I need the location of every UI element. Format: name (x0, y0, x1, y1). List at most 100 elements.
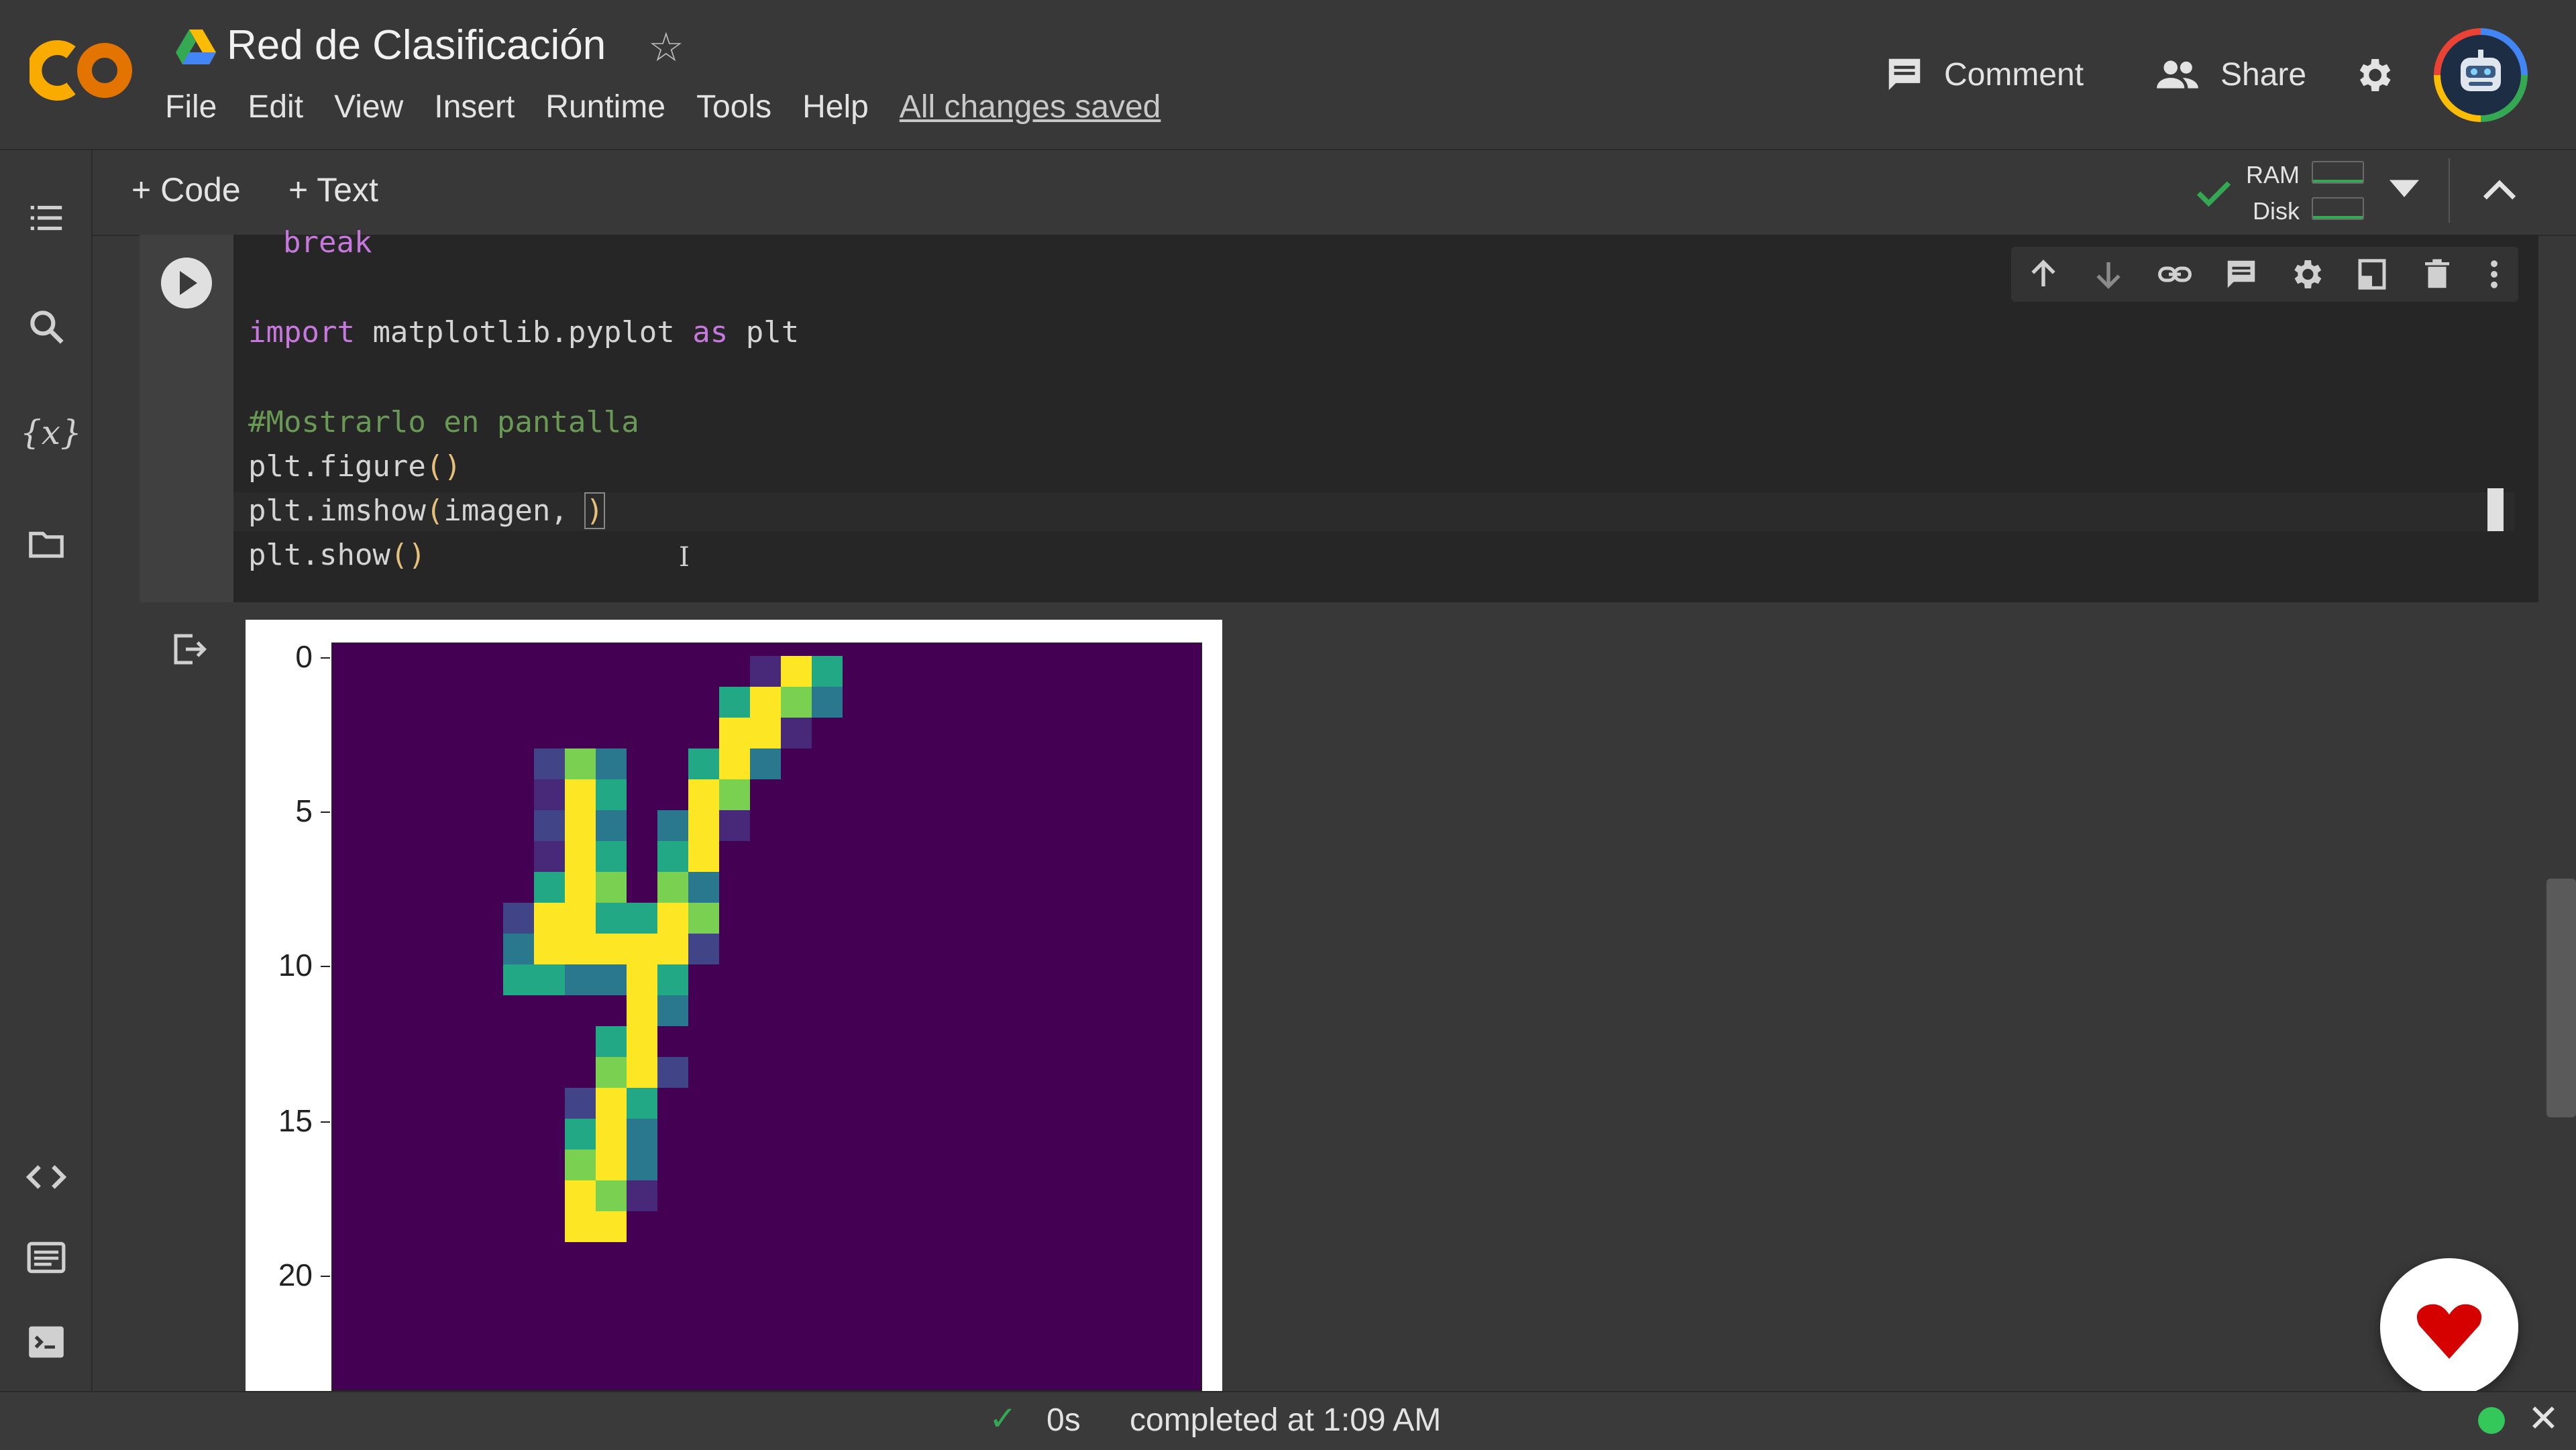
add-code-button[interactable]: + Code (131, 170, 241, 209)
pixel (503, 934, 534, 964)
pixel (657, 934, 688, 964)
y-tick-mark (321, 966, 330, 967)
pixel (688, 872, 719, 903)
cell-settings-icon[interactable] (2288, 256, 2325, 293)
pixel (657, 810, 688, 841)
pixel (596, 1088, 627, 1119)
comment-icon (1888, 58, 1921, 91)
menu-edit[interactable]: Edit (248, 89, 303, 125)
pixel (750, 718, 781, 748)
star-icon[interactable]: ☆ (648, 24, 684, 71)
execution-success-check-icon: ✓ (989, 1400, 1017, 1437)
pixel (657, 1057, 688, 1088)
variables-icon[interactable]: {x} (20, 413, 82, 455)
add-text-button[interactable]: + Text (288, 170, 378, 209)
code-line-3[interactable]: #Mostrarlo en pantalla (248, 405, 639, 439)
pixel (565, 903, 596, 934)
user-avatar[interactable] (2434, 28, 2528, 122)
pixel (781, 718, 812, 748)
execution-duration: 0s (1046, 1402, 1081, 1438)
menu-runtime[interactable]: Runtime (545, 89, 665, 125)
menu-help[interactable]: Help (802, 89, 869, 125)
more-options-icon[interactable] (2484, 256, 2504, 292)
code-line-6[interactable]: plt.show() (248, 538, 426, 572)
resources-indicator[interactable]: RAM Disk (2246, 157, 2300, 229)
share-label: Share (2220, 56, 2307, 93)
collapse-header-icon[interactable] (2482, 176, 2517, 206)
link-icon[interactable] (2155, 256, 2194, 292)
comment-cell-icon[interactable] (2223, 256, 2259, 292)
settings-gear-icon[interactable] (2352, 54, 2395, 100)
avatar-robot-icon (2440, 35, 2521, 115)
play-icon (180, 271, 197, 295)
menu-insert[interactable]: Insert (434, 89, 515, 125)
delete-icon[interactable] (2419, 256, 2455, 292)
share-button[interactable]: Share (2153, 54, 2306, 95)
pixel (657, 841, 688, 872)
y-tick-mark (321, 1121, 330, 1123)
text-cursor-icon: I (679, 542, 690, 573)
ram-usage-bar (2312, 161, 2364, 184)
pixel (534, 841, 565, 872)
digit-heatmap-image (331, 643, 1202, 1391)
floating-action-button[interactable] (2380, 1258, 2518, 1396)
save-status-link[interactable]: All changes saved (900, 89, 1161, 125)
output-actions-icon[interactable] (169, 629, 209, 673)
pixel (534, 964, 565, 995)
y-tick-label: 20 (278, 1258, 313, 1292)
colab-logo[interactable] (27, 34, 137, 111)
folder-icon[interactable] (25, 523, 67, 565)
drive-icon (176, 30, 216, 68)
pixel (750, 748, 781, 779)
pixel (596, 1057, 627, 1088)
table-of-contents-icon[interactable] (25, 197, 67, 239)
code-snippets-icon[interactable] (25, 1156, 67, 1198)
menu-file[interactable]: File (165, 89, 217, 125)
mirror-cell-icon[interactable] (2354, 256, 2390, 292)
pixel (719, 779, 750, 810)
comment-button[interactable]: Comment (1884, 54, 2084, 95)
pixel (657, 872, 688, 903)
page-scrollbar[interactable] (2546, 879, 2576, 1117)
move-up-icon[interactable] (2025, 256, 2061, 292)
y-tick-label: 10 (278, 948, 313, 983)
code-line-2[interactable]: import matplotlib.pyplot as plt (248, 315, 799, 349)
close-status-icon[interactable]: ✕ (2528, 1396, 2559, 1441)
ram-label: RAM (2246, 161, 2300, 188)
pixel (596, 779, 627, 810)
pixel (565, 779, 596, 810)
command-palette-icon[interactable] (25, 1237, 67, 1278)
code-line-1[interactable]: break (248, 225, 372, 260)
pixel (565, 1150, 596, 1180)
menu-view[interactable]: View (334, 89, 403, 125)
pixel (534, 748, 565, 779)
menu-tools[interactable]: Tools (696, 89, 771, 125)
run-cell-button[interactable] (161, 258, 212, 309)
search-icon[interactable] (25, 306, 67, 347)
pixel (534, 934, 565, 964)
pixel (627, 903, 657, 934)
left-sidebar: {x} (0, 150, 93, 1391)
pixel (596, 1026, 627, 1057)
execution-status-text[interactable]: completed at 1:09 AM (1130, 1402, 1441, 1439)
pixel (565, 934, 596, 964)
move-down-icon[interactable] (2090, 256, 2127, 292)
pixel (750, 656, 781, 687)
comment-label: Comment (1944, 56, 2084, 93)
pixel (657, 995, 688, 1026)
pixel (688, 841, 719, 872)
editor-scroll-marker (2487, 488, 2504, 531)
terminal-icon[interactable] (25, 1321, 67, 1363)
pixel (627, 1119, 657, 1150)
pixel (565, 841, 596, 872)
notebook-title[interactable]: Red de Clasificación (227, 21, 606, 69)
code-line-4[interactable]: plt.figure() (248, 449, 462, 484)
pixel (503, 903, 534, 934)
pixel (688, 903, 719, 934)
code-line-5[interactable]: plt.imshow(imagen, ) (248, 492, 605, 529)
pixel (534, 903, 565, 934)
resources-dropdown-icon[interactable] (2390, 180, 2419, 203)
pixel (627, 1180, 657, 1211)
y-tick-label: 5 (295, 793, 313, 828)
disk-label: Disk (2253, 197, 2300, 225)
